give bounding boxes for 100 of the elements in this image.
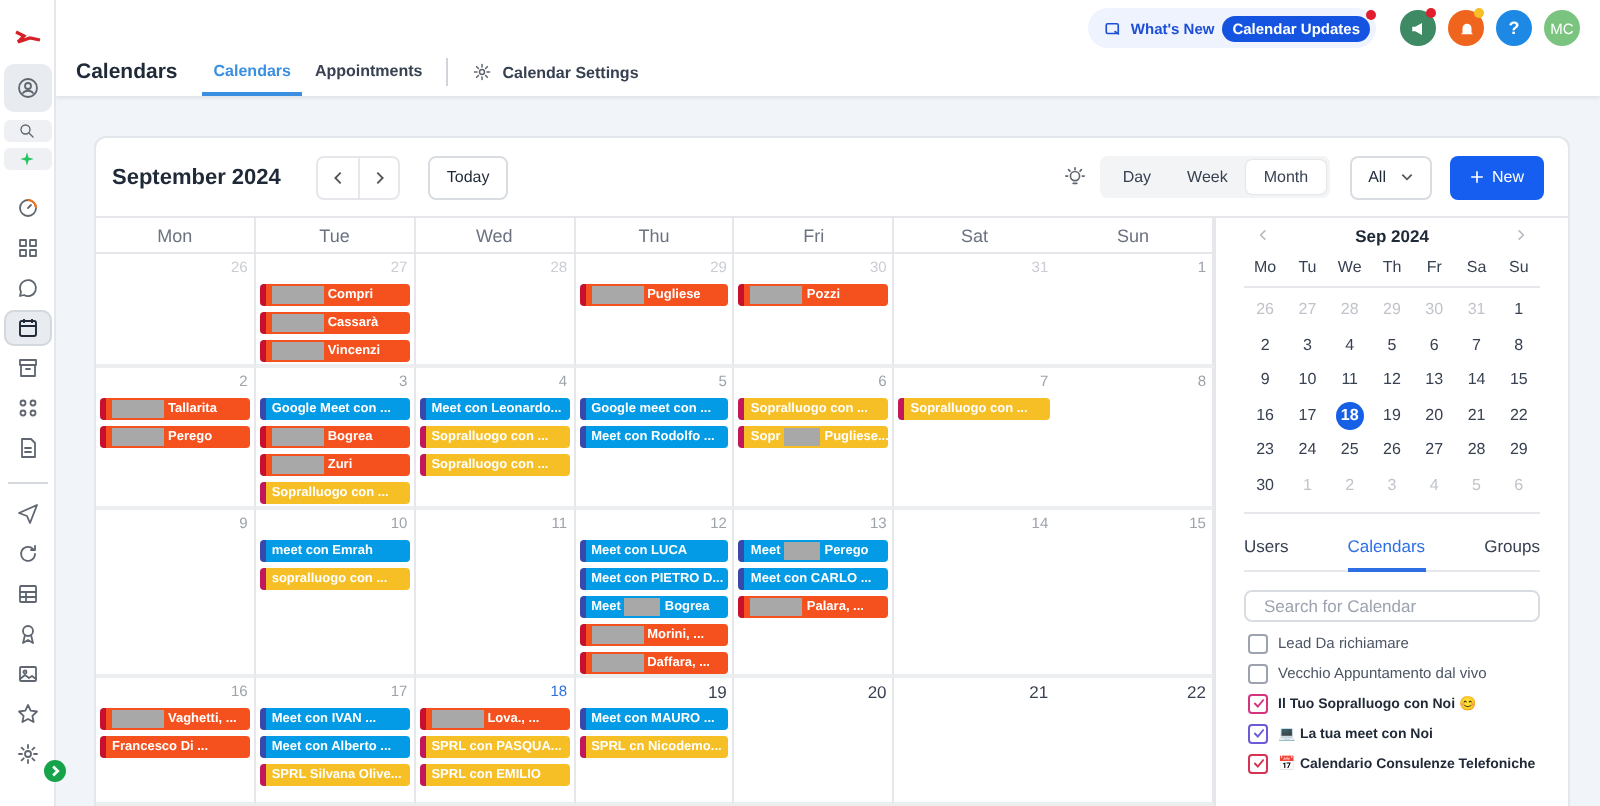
mini-calendar-day[interactable]: 11: [1335, 366, 1364, 395]
mini-calendar-day[interactable]: 2: [1335, 471, 1364, 500]
redaction-block: [591, 286, 644, 304]
gauge-icon: [15, 196, 39, 220]
mini-calendar-day[interactable]: 1: [1504, 296, 1533, 325]
mini-calendar-day[interactable]: 28: [1335, 296, 1364, 325]
mini-calendar-day[interactable]: 12: [1377, 366, 1406, 395]
mini-calendar-day[interactable]: 27: [1293, 296, 1322, 325]
weekday-header: Tue: [255, 218, 416, 254]
mini-calendar-day[interactable]: 23: [1251, 436, 1280, 465]
panel-tab[interactable]: Users: [1244, 525, 1289, 572]
mini-calendar-day[interactable]: 30: [1420, 296, 1449, 325]
mini-calendar-day[interactable]: 4: [1335, 331, 1364, 360]
mini-calendar-day[interactable]: 20: [1420, 401, 1449, 430]
mini-calendar-day[interactable]: 28: [1462, 436, 1491, 465]
lightbulb-icon[interactable]: [1064, 166, 1087, 188]
mini-calendar-day[interactable]: 3: [1377, 471, 1406, 500]
megaphone-icon: [1409, 19, 1427, 37]
new-button[interactable]: New: [1449, 155, 1544, 199]
today-button[interactable]: Today: [428, 155, 508, 199]
redaction-block: [271, 428, 324, 446]
calendar-search-field[interactable]: Search for Calendar: [1244, 589, 1540, 623]
logo-icon: [13, 28, 41, 48]
bell-icon: [1457, 19, 1475, 37]
mini-calendar-day[interactable]: 19: [1377, 401, 1406, 430]
calendar-checkbox[interactable]: [1248, 753, 1268, 774]
mini-calendar-day[interactable]: 6: [1504, 471, 1533, 500]
mini-calendar-day[interactable]: 14: [1462, 366, 1491, 395]
mini-calendar-day[interactable]: 26: [1251, 296, 1280, 325]
redaction-block: [271, 286, 324, 304]
settings-icon: [15, 742, 39, 766]
calendar-checkbox[interactable]: [1248, 723, 1268, 744]
mini-calendar-day[interactable]: 9: [1251, 366, 1280, 395]
user-icon: [15, 76, 39, 100]
redaction-block: [591, 654, 644, 672]
mini-calendar-day[interactable]: 15: [1504, 366, 1533, 395]
mini-calendar-day[interactable]: 5: [1377, 331, 1406, 360]
mini-calendar-day[interactable]: 13: [1420, 366, 1449, 395]
view-tab[interactable]: Week: [1169, 160, 1246, 194]
grid-icon: [15, 236, 39, 260]
weekday-header: Fri: [734, 218, 895, 254]
mini-calendar-day[interactable]: 30: [1251, 471, 1280, 500]
calendar-checkbox[interactable]: [1248, 633, 1268, 654]
mini-calendar-day[interactable]: 29: [1504, 436, 1533, 465]
sparkle-icon: [18, 150, 36, 168]
view-tab[interactable]: Month: [1245, 160, 1327, 194]
calendar-checkbox[interactable]: [1248, 663, 1268, 684]
mini-calendar-day[interactable]: 22: [1504, 401, 1533, 430]
calendar-checkbox[interactable]: [1248, 693, 1268, 714]
mini-calendar-day[interactable]: 24: [1293, 436, 1322, 465]
mini-calendar-day[interactable]: 29: [1377, 296, 1406, 325]
mini-calendar-day[interactable]: 31: [1462, 296, 1491, 325]
mini-calendar-day[interactable]: 21: [1462, 401, 1491, 430]
redaction-block: [784, 542, 821, 560]
weekday-header: Thu: [575, 218, 735, 254]
sidebar-button[interactable]: [3, 310, 51, 346]
gift-icon: [1104, 19, 1123, 37]
weekday-label: Su: [1497, 253, 1540, 288]
panel-tab[interactable]: Calendars: [1347, 525, 1426, 572]
mini-calendar-day[interactable]: 26: [1377, 436, 1406, 465]
document-icon: [15, 436, 39, 460]
mini-calendar-day[interactable]: 2: [1251, 331, 1280, 360]
image-icon: [15, 662, 39, 686]
refresh-icon: [15, 542, 39, 566]
mini-calendar-day[interactable]: 16: [1251, 401, 1280, 430]
dots-icon: [15, 396, 39, 420]
tab[interactable]: Calendars: [201, 48, 303, 96]
view-tab[interactable]: Day: [1104, 160, 1170, 194]
help-button[interactable]: ?: [1496, 10, 1532, 46]
weekday-header: Sun: [1054, 218, 1214, 254]
month-title: September 2024: [112, 165, 281, 189]
mini-calendar-day[interactable]: 4: [1420, 471, 1449, 500]
mini-calendar-day[interactable]: 7: [1462, 331, 1491, 360]
mini-calendar-title: Sep 2024: [1355, 225, 1429, 246]
redaction-block: [112, 710, 164, 728]
mini-calendar-day[interactable]: 10: [1293, 366, 1322, 395]
mini-calendar-day[interactable]: 5: [1462, 471, 1491, 500]
mini-calendar-day[interactable]: 6: [1420, 331, 1449, 360]
mini-calendar-day[interactable]: 25: [1335, 436, 1364, 465]
mini-calendar-day[interactable]: 3: [1293, 331, 1322, 360]
day-number: 21: [1029, 680, 1051, 702]
tab[interactable]: Appointments: [302, 48, 435, 96]
settings-icon: [472, 62, 493, 82]
mini-calendar-day[interactable]: 1: [1293, 471, 1322, 500]
megaphone-button[interactable]: [1400, 10, 1436, 46]
mini-calendar-day[interactable]: 17: [1293, 401, 1322, 430]
expand-icon[interactable]: [44, 760, 66, 782]
filter-dropdown[interactable]: All: [1350, 155, 1432, 199]
weekday-header: Mon: [96, 218, 256, 254]
day-number: 22: [1187, 680, 1208, 702]
day-number: 20: [867, 680, 889, 702]
settings-link[interactable]: Calendar Settings: [460, 48, 651, 96]
redaction-block: [112, 428, 164, 446]
mini-calendar-day[interactable]: 18: [1335, 401, 1364, 430]
panel-tab[interactable]: Groups: [1484, 525, 1540, 572]
bell-button[interactable]: [1448, 10, 1484, 46]
chevron-left-icon: [330, 169, 347, 185]
mini-calendar-day[interactable]: 27: [1420, 436, 1449, 465]
mini-calendar-day[interactable]: 8: [1504, 331, 1533, 360]
redaction-block: [271, 342, 324, 360]
